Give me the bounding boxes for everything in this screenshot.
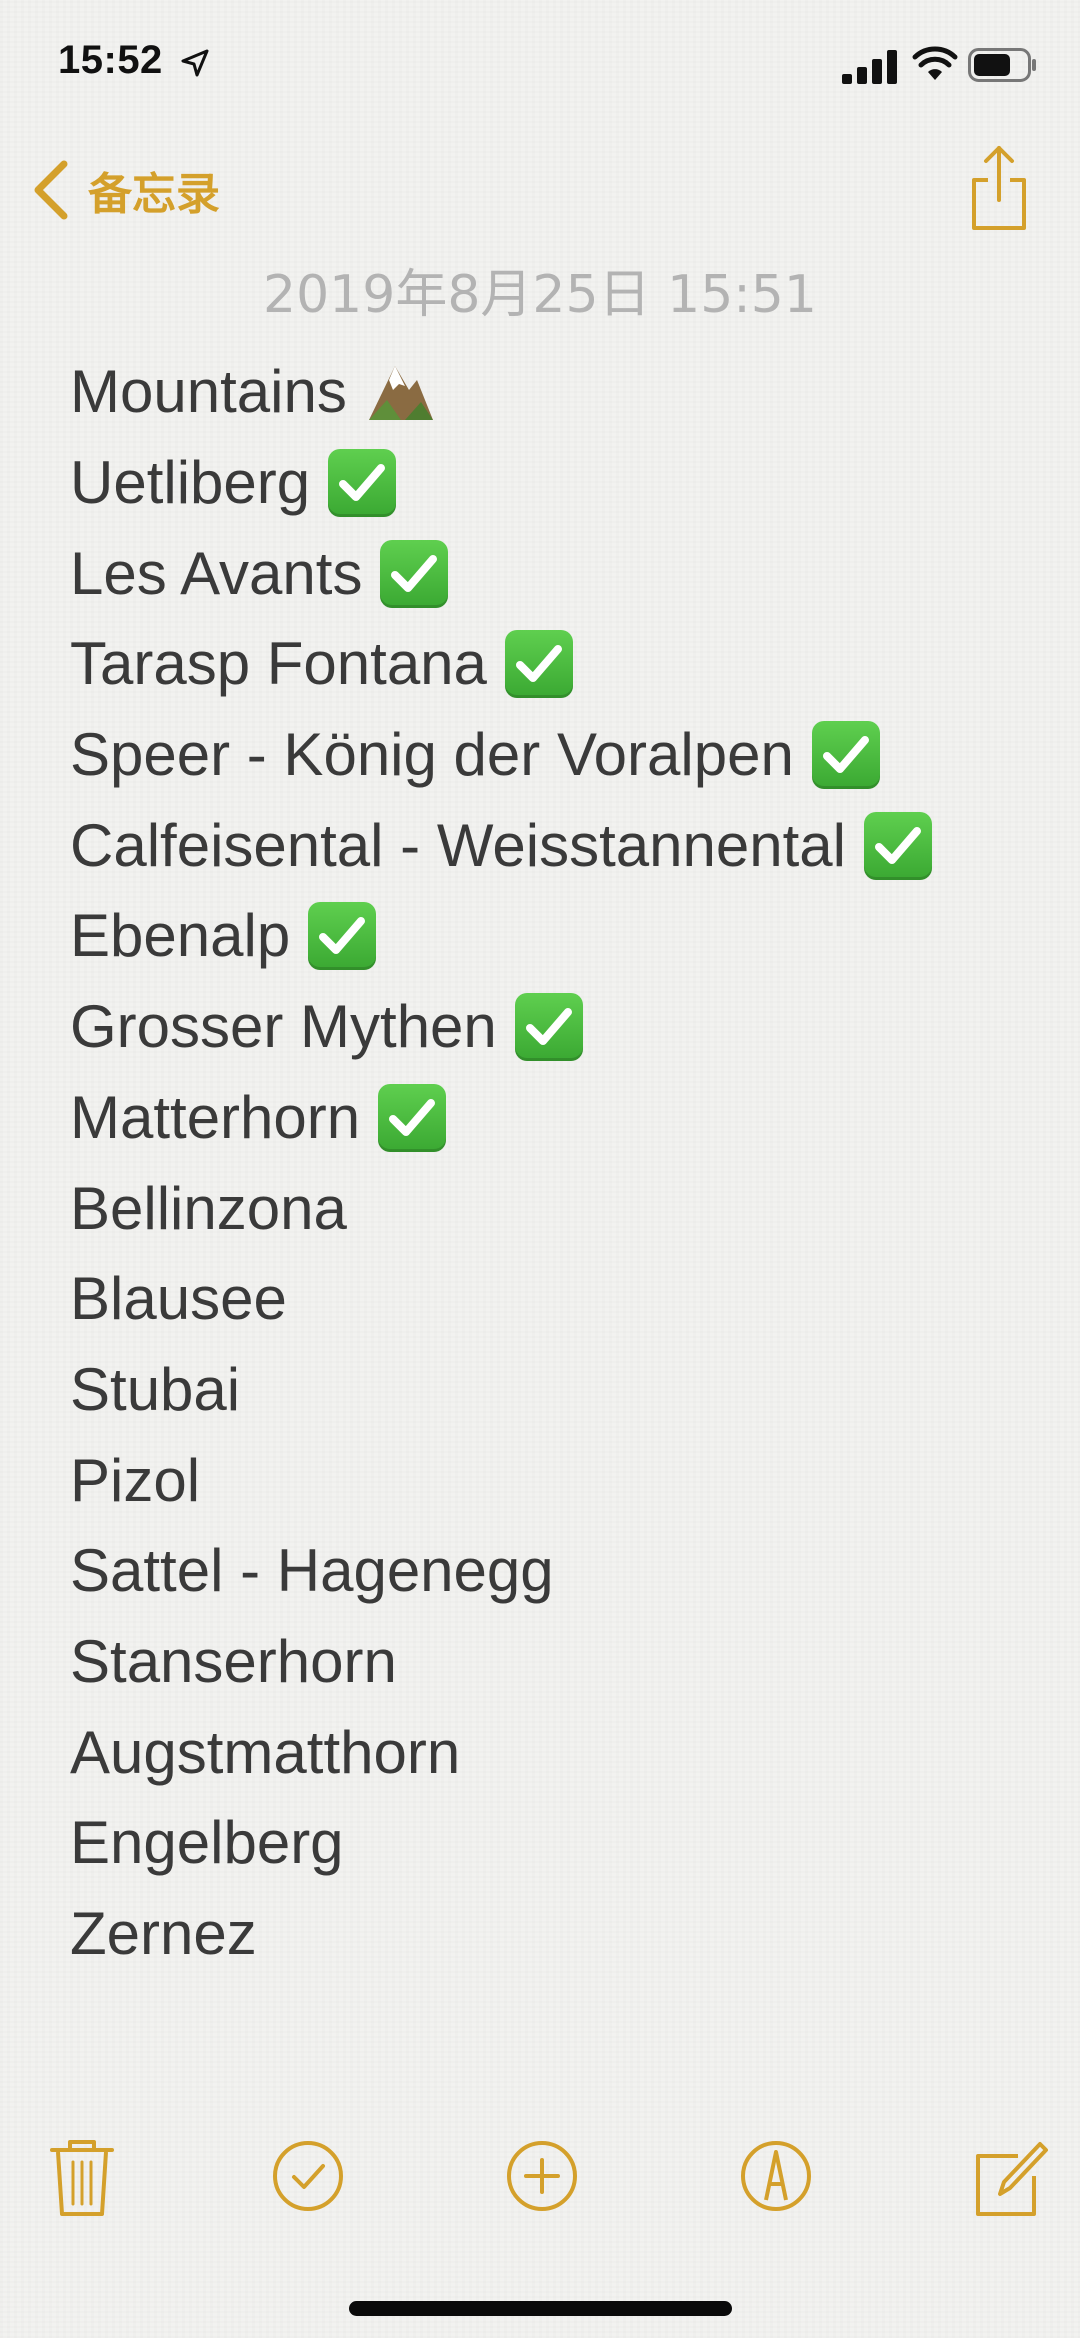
compose-button[interactable] <box>970 2130 1050 2220</box>
note-line-text: Speer - König der Voralpen <box>70 721 794 789</box>
trash-icon <box>50 2140 114 2216</box>
checklist-button[interactable] <box>268 2130 348 2220</box>
note-line-text: Les Avants <box>70 539 363 607</box>
note-line[interactable]: Stubai <box>70 1345 1060 1436</box>
back-label: 备忘录 <box>88 169 220 220</box>
status-bar: 15:52 <box>0 0 1080 130</box>
chevron-left-icon <box>34 160 68 220</box>
check-mark-icon <box>514 993 583 1062</box>
note-line[interactable]: Augstmatthorn <box>70 1707 1060 1798</box>
note-line[interactable]: Bellinzona <box>70 1163 1060 1254</box>
cellular-signal-icon <box>842 50 897 84</box>
status-time: 15:52 <box>58 38 163 82</box>
note-line[interactable]: Grosser Mythen <box>70 982 1060 1073</box>
check-mark-icon <box>811 721 880 790</box>
note-line-text: Bellinzona <box>70 1174 347 1242</box>
note-line[interactable]: Mountains <box>70 347 1060 438</box>
note-line[interactable]: Les Avants <box>70 528 1060 619</box>
note-line-text: Ebenalp <box>70 902 291 970</box>
note-line-text: Engelberg <box>70 1809 344 1877</box>
note-line[interactable]: Stanserhorn <box>70 1617 1060 1708</box>
note-line-text: Augstmatthorn <box>70 1718 461 1786</box>
note-line-text: Stubai <box>70 1355 241 1423</box>
add-icon <box>507 2141 577 2211</box>
note-line-text: Pizol <box>70 1446 201 1514</box>
home-indicator[interactable] <box>349 2301 732 2316</box>
note-body[interactable]: Mountains Uetliberg Les Avants Tarasp Fonta… <box>70 347 1060 1979</box>
bottom-toolbar <box>0 2130 1080 2230</box>
note-line[interactable]: Engelberg <box>70 1798 1060 1889</box>
note-date: 2019年8月25日 15:51 <box>263 265 817 325</box>
compose-icon <box>976 2142 1048 2216</box>
location-arrow-icon <box>181 49 209 77</box>
note-line[interactable]: Sattel - Hagenegg <box>70 1526 1060 1617</box>
note-line-text: Uetliberg <box>70 449 311 517</box>
checklist-icon <box>273 2141 343 2211</box>
add-button[interactable] <box>502 2130 582 2220</box>
note-line-text: Mountains <box>70 358 347 426</box>
markup-icon <box>741 2141 811 2211</box>
note-line-text: Calfeisental - Weisstannental <box>70 811 846 879</box>
note-line[interactable]: Tarasp Fontana <box>70 619 1060 710</box>
check-mark-icon <box>328 449 397 518</box>
check-mark-icon <box>378 1083 447 1152</box>
note-line[interactable]: Calfeisental - Weisstannental <box>70 800 1060 891</box>
note-line[interactable]: Ebenalp <box>70 891 1060 982</box>
note-line-text: Grosser Mythen <box>70 993 497 1061</box>
share-button[interactable] <box>966 142 1032 232</box>
back-button[interactable]: 备忘录 <box>30 150 220 230</box>
check-mark-icon <box>504 630 573 699</box>
mountain-icon <box>365 360 437 424</box>
wifi-icon <box>912 46 958 80</box>
markup-button[interactable] <box>736 2130 816 2220</box>
check-mark-icon <box>380 539 449 608</box>
note-line-text: Tarasp Fontana <box>70 630 487 698</box>
note-line[interactable]: Speer - König der Voralpen <box>70 710 1060 801</box>
note-line-text: Matterhorn <box>70 1083 361 1151</box>
note-line[interactable]: Blausee <box>70 1254 1060 1345</box>
check-mark-icon <box>308 902 377 971</box>
note-line-text: Zernez <box>70 1900 257 1968</box>
note-line[interactable]: Uetliberg <box>70 438 1060 529</box>
check-mark-icon <box>863 811 932 880</box>
note-line[interactable]: Pizol <box>70 1435 1060 1526</box>
note-line[interactable]: Matterhorn <box>70 1073 1060 1164</box>
note-line-text: Blausee <box>70 1265 287 1333</box>
note-line-text: Stanserhorn <box>70 1627 397 1695</box>
delete-button[interactable] <box>42 2130 122 2220</box>
note-line-text: Sattel - Hagenegg <box>70 1537 554 1605</box>
share-icon <box>972 146 1026 230</box>
battery-icon <box>968 48 1036 82</box>
note-line[interactable]: Zernez <box>70 1889 1060 1980</box>
